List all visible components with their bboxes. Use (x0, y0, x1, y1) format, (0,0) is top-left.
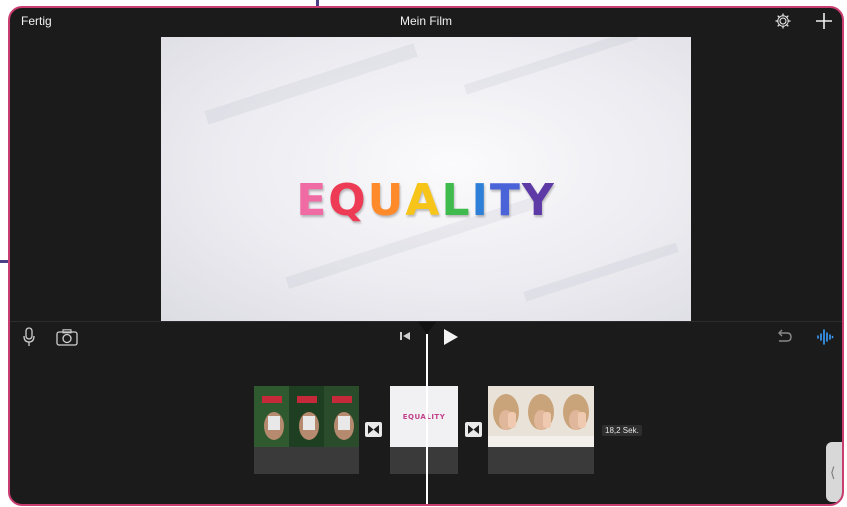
letter: L (441, 175, 472, 226)
bowtie-transition-icon[interactable] (365, 422, 382, 437)
side-panel-handle[interactable]: ⟨ (826, 442, 842, 502)
clip-thumbnail (488, 386, 594, 447)
play-icon[interactable] (441, 328, 459, 346)
letter: I (471, 175, 490, 226)
letter: Y (521, 175, 556, 226)
letter: Q (328, 175, 368, 226)
timeline-clip[interactable]: EQUALITY (390, 386, 458, 474)
letter: U (367, 175, 406, 226)
skip-to-start-icon[interactable] (399, 330, 411, 342)
equality-word: EQUALITY (161, 175, 691, 226)
video-preview: EQUALITY (161, 37, 691, 321)
timeline-clip[interactable] (254, 386, 359, 474)
camera-icon[interactable] (56, 329, 78, 346)
top-bar: Fertig Mein Film (10, 8, 842, 36)
clip-thumbnail (254, 386, 359, 447)
gear-icon[interactable] (774, 12, 792, 30)
project-title: Mein Film (399, 14, 452, 28)
chevron-left-icon: ⟨ (830, 464, 836, 480)
clip-thumbnail: EQUALITY (390, 386, 458, 447)
letter: A (405, 175, 442, 226)
plus-icon[interactable] (814, 11, 834, 31)
waveform-icon[interactable] (816, 328, 834, 346)
undo-icon[interactable] (775, 329, 793, 345)
letter: T (489, 175, 522, 226)
clip-thumbnail-text: EQUALITY (402, 412, 446, 421)
clip-duration-label: 18,2 Sek. (602, 425, 642, 436)
playhead-marker (418, 322, 436, 334)
timeline-clip[interactable] (488, 386, 594, 474)
imovie-window: Fertig Mein Film EQUALITY EQUALITY 18,2 … (8, 6, 844, 506)
playhead[interactable] (426, 334, 428, 504)
bowtie-transition-icon[interactable] (465, 422, 482, 437)
microphone-icon[interactable] (22, 327, 36, 347)
letter: E (296, 175, 329, 226)
